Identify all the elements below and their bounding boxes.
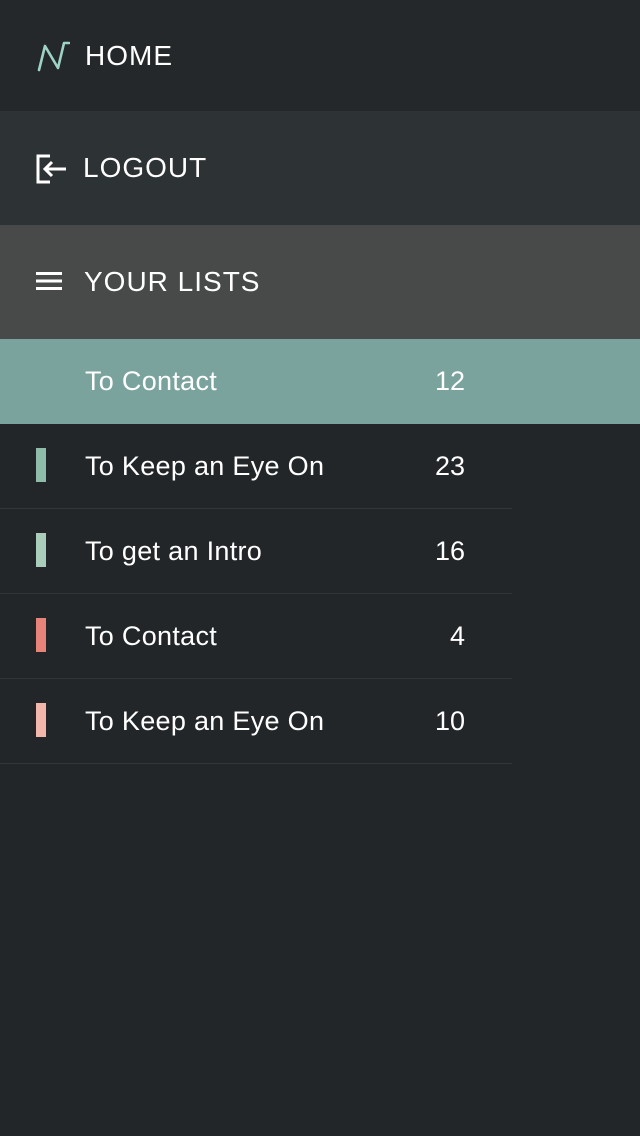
logo-n-icon: [36, 40, 70, 72]
list-item[interactable]: To Keep an Eye On 10: [0, 679, 640, 764]
list-color-marker: [36, 533, 46, 567]
lists-container: To Contact 12 To Keep an Eye On 23 To ge…: [0, 339, 640, 764]
list-item-count: 12: [434, 366, 465, 396]
logout-icon: [36, 153, 68, 185]
list-item-name: To get an Intro: [85, 536, 263, 566]
list-item[interactable]: To Contact 4: [0, 594, 640, 679]
list-item-count: 16: [434, 536, 465, 566]
list-item-count: 23: [434, 451, 465, 481]
list-item-count: 4: [449, 621, 465, 651]
list-item-name: To Keep an Eye On: [85, 706, 325, 736]
nav-your-lists-label: YOUR LISTS: [84, 266, 261, 297]
list-item[interactable]: To Contact 12: [0, 339, 640, 424]
nav-home[interactable]: HOME: [0, 0, 640, 111]
side-menu: HOME LOGOUT YOUR LISTS To Contact 12 To …: [0, 0, 640, 1136]
nav-home-label: HOME: [85, 39, 173, 71]
list-item-name: To Contact: [85, 366, 218, 396]
list-item-name: To Contact: [85, 621, 218, 651]
list-item-count: 10: [434, 706, 465, 736]
nav-logout-label: LOGOUT: [83, 152, 208, 183]
list-item-name: To Keep an Eye On: [85, 451, 325, 481]
list-color-marker: [36, 448, 46, 482]
hamburger-icon: [36, 270, 62, 292]
list-item[interactable]: To Keep an Eye On 23: [0, 424, 640, 509]
list-color-marker: [36, 618, 46, 652]
list-color-marker: [36, 703, 46, 737]
divider: [0, 763, 512, 764]
list-item[interactable]: To get an Intro 16: [0, 509, 640, 594]
nav-logout[interactable]: LOGOUT: [0, 111, 640, 225]
nav-your-lists[interactable]: YOUR LISTS: [0, 225, 640, 339]
